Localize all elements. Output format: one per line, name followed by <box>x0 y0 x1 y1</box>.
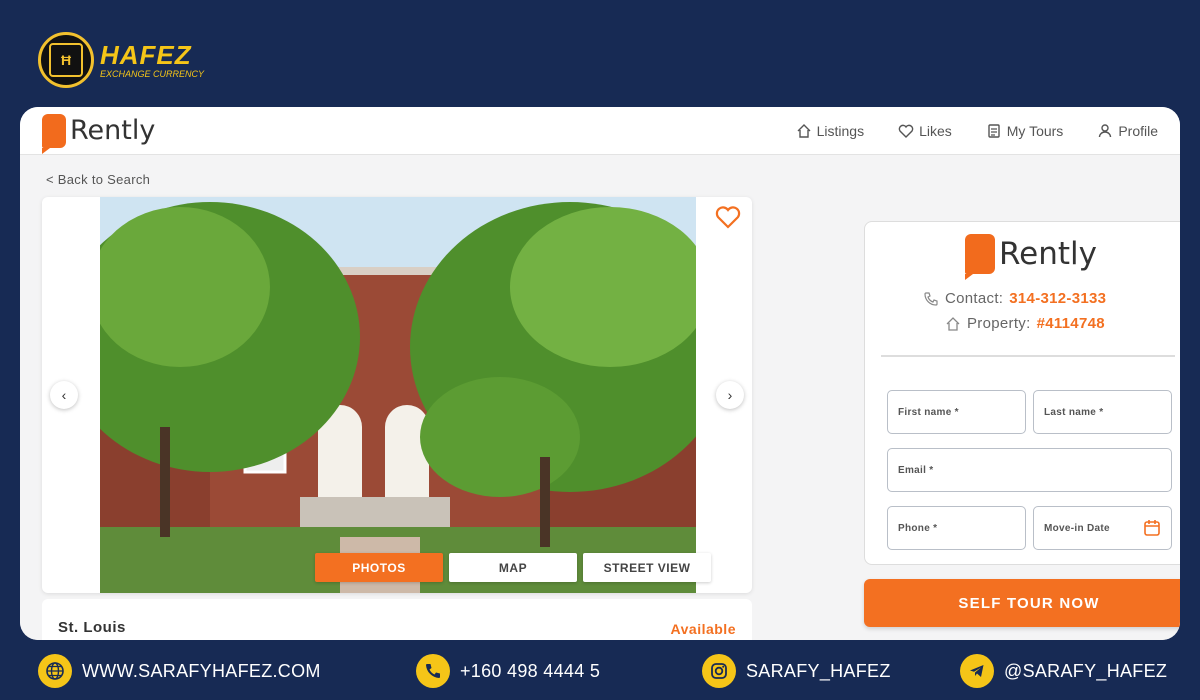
tab-photos[interactable]: PHOTOS <box>315 553 443 582</box>
gallery-prev-button[interactable]: ‹ <box>50 381 78 409</box>
main-content: < Back to Search ‹ › PHOTOS MAP STREET V… <box>20 155 1180 640</box>
nav-profile[interactable]: Profile <box>1097 123 1158 139</box>
phone-icon <box>416 654 450 688</box>
nav-listings[interactable]: Listings <box>796 123 864 139</box>
tab-map[interactable]: MAP <box>449 553 577 582</box>
chevron-left-icon: ‹ <box>61 387 67 403</box>
listing-city: St. Louis <box>58 619 126 636</box>
card-divider <box>881 355 1175 357</box>
contact-line: Contact: 314-312-3133 <box>923 290 1106 307</box>
favorite-heart-button[interactable] <box>714 203 742 231</box>
main-nav: Listings Likes My Tours Profile <box>796 123 1158 139</box>
move-in-date-field[interactable]: Move-in Date <box>1033 506 1172 550</box>
contact-label: Contact: <box>945 290 1004 307</box>
footer-website[interactable]: WWW.SARAFYHAFEZ.COM <box>38 654 321 688</box>
instagram-icon <box>702 654 736 688</box>
tab-street-view[interactable]: STREET VIEW <box>583 553 711 582</box>
nav-my-tours-label: My Tours <box>1006 122 1064 139</box>
footer-telegram[interactable]: @SARAFY_HAFEZ <box>960 654 1167 688</box>
listing-info: St. Louis Available <box>42 599 752 640</box>
nav-profile-label: Profile <box>1118 122 1158 139</box>
listing-status: Available <box>670 621 736 637</box>
rently-logo[interactable]: Rently <box>42 113 156 154</box>
chevron-right-icon: › <box>727 387 733 403</box>
brand-subtitle: EXCHANGE CURRENCY <box>100 68 205 79</box>
calendar-icon[interactable] <box>1143 519 1161 537</box>
first-name-field[interactable]: First name * <box>887 390 1026 434</box>
property-id: #4114748 <box>1036 315 1105 332</box>
hafez-brand: Ħ HAFEZ EXCHANGE CURRENCY <box>38 32 204 88</box>
footer-instagram-text: SARAFY_HAFEZ <box>746 660 891 681</box>
heart-icon <box>898 124 914 138</box>
footer-website-text: WWW.SARAFYHAFEZ.COM <box>82 660 321 681</box>
footer-phone[interactable]: +160 498 4444 5 <box>416 654 600 688</box>
home-icon <box>797 123 811 138</box>
card-logo-mark <box>965 234 995 280</box>
rently-app-window: Rently Listings Likes My Tours Profile <… <box>20 107 1180 640</box>
card-rently-logo: Rently <box>965 234 1097 280</box>
nav-my-tours[interactable]: My Tours <box>986 122 1064 139</box>
gallery-next-button[interactable]: › <box>716 381 744 409</box>
nav-likes-label: Likes <box>919 122 952 139</box>
rently-logo-mark <box>42 113 66 154</box>
home-icon <box>946 316 960 331</box>
gallery-tabs: PHOTOS MAP STREET VIEW <box>315 553 711 582</box>
footer-instagram[interactable]: SARAFY_HAFEZ <box>702 654 891 688</box>
brand-name: HAFEZ <box>100 39 192 70</box>
phone-field[interactable]: Phone * <box>887 506 1026 550</box>
house-illustration <box>100 197 696 593</box>
contact-card: Rently Contact: 314-312-3133 Property: #… <box>864 221 1180 565</box>
hafez-seal-monogram: Ħ <box>49 43 83 77</box>
top-navbar: Rently Listings Likes My Tours Profile <box>20 107 1180 155</box>
footer-telegram-text: @SARAFY_HAFEZ <box>1004 660 1168 681</box>
move-in-date-placeholder: Move-in Date <box>1044 522 1110 534</box>
nav-listings-label: Listings <box>816 122 865 139</box>
contact-phone[interactable]: 314-312-3133 <box>1009 290 1106 307</box>
hafez-seal-logo: Ħ <box>38 32 94 88</box>
heart-outline-icon <box>715 206 741 229</box>
rently-logo-text: Rently <box>70 115 156 146</box>
card-logo-text: Rently <box>999 236 1097 272</box>
property-photo <box>100 197 696 593</box>
footer-phone-text: +160 498 4444 5 <box>460 660 601 681</box>
back-to-search-link[interactable]: < Back to Search <box>46 172 150 187</box>
photo-gallery: ‹ › PHOTOS MAP STREET VIEW <box>42 197 752 593</box>
email-field[interactable]: Email * <box>887 448 1172 492</box>
user-icon <box>1099 123 1112 137</box>
telegram-icon <box>960 654 994 688</box>
tours-icon <box>988 123 1000 138</box>
last-name-field[interactable]: Last name * <box>1033 390 1172 434</box>
self-tour-now-button[interactable]: SELF TOUR NOW <box>864 579 1180 627</box>
property-line: Property: #4114748 <box>945 315 1105 332</box>
property-label: Property: <box>967 315 1031 332</box>
nav-likes[interactable]: Likes <box>898 123 952 139</box>
footer-bar: WWW.SARAFYHAFEZ.COM +160 498 4444 5 SARA… <box>0 648 1200 694</box>
phone-icon <box>924 291 938 306</box>
globe-icon <box>38 654 72 688</box>
